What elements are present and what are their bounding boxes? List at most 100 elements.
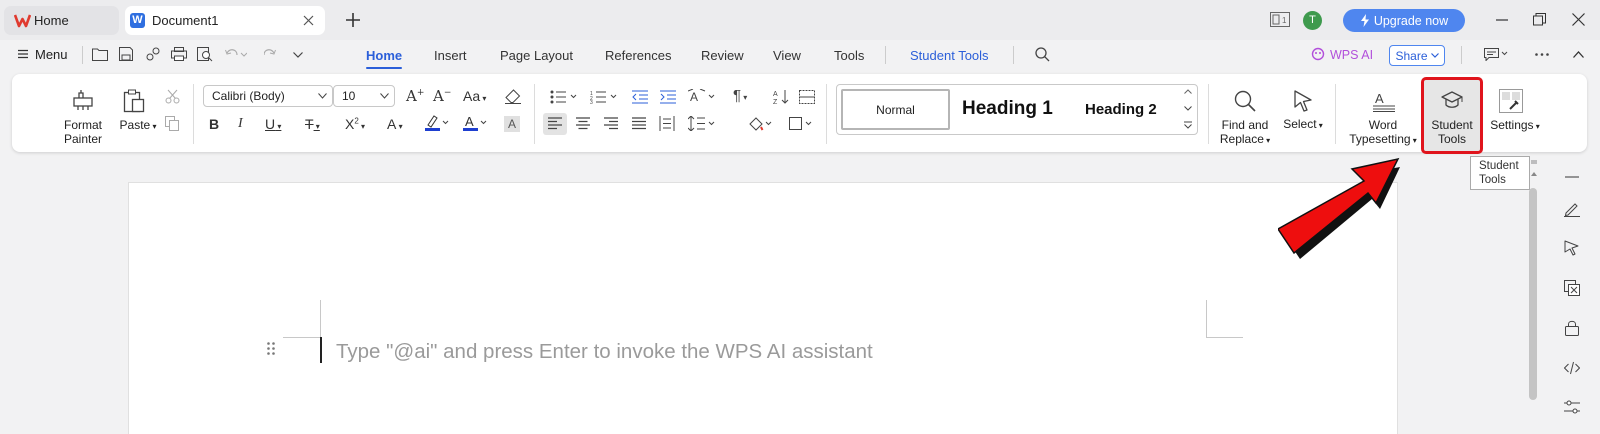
panel-collapse-icon[interactable] [1565,176,1579,178]
collapse-ribbon-icon[interactable] [1573,51,1584,58]
quick-access-more-icon[interactable] [293,52,303,58]
align-right-icon[interactable] [604,117,618,130]
tab-tools[interactable]: Tools [834,48,864,63]
line-spacing-icon[interactable] [688,116,716,131]
clear-formatting-icon[interactable] [505,89,521,104]
share-link-icon[interactable] [146,47,160,61]
print-icon[interactable] [171,47,187,61]
tab-home-ribbon[interactable]: Home [366,48,402,63]
menu-divider [82,46,83,64]
superscript-icon[interactable]: X2 ▾ [345,116,365,132]
character-shading-icon[interactable]: A [504,116,520,132]
vertical-scrollbar[interactable] [1529,188,1537,400]
ai-placeholder-text[interactable]: Type "@ai" and press Enter to invoke the… [336,340,873,364]
drag-handle-icon[interactable] [267,342,275,355]
close-window-icon[interactable] [1572,13,1585,26]
tab-references[interactable]: References [605,48,671,63]
shading-icon[interactable] [747,116,773,131]
align-center-icon[interactable] [576,117,590,130]
style-heading-1[interactable]: Heading 1 [962,98,1053,120]
font-color-icon[interactable]: A [463,114,487,132]
document-page[interactable] [128,182,1398,434]
styles-scroll-up-icon[interactable] [1184,89,1192,94]
menu-button[interactable]: Menu [35,47,68,62]
code-icon[interactable] [1564,361,1580,375]
numbered-list-icon[interactable]: 123 [590,90,618,104]
restore-icon[interactable] [1533,13,1546,26]
style-normal[interactable]: Normal [841,89,950,130]
search-icon[interactable] [1035,47,1050,62]
word-typesetting-button[interactable]: Word Typesetting ▾ [1346,118,1420,148]
annotation-arrow-icon [1278,157,1428,265]
more-options-icon[interactable] [1535,53,1549,56]
window-layout-icon[interactable]: 1 [1270,12,1290,27]
tab-document1[interactable]: W Document1 [125,6,325,35]
bold-icon[interactable]: B [209,116,219,132]
redo-icon[interactable] [264,48,276,60]
adjust-sliders-icon[interactable] [1564,400,1580,414]
format-painter-button[interactable]: Format Painter [60,118,106,146]
copy-icon[interactable] [165,116,180,131]
paste-button[interactable]: Paste ▾ [115,118,161,134]
save-icon[interactable] [119,47,133,61]
close-tab-icon[interactable] [303,15,314,26]
tab-student-tools[interactable]: Student Tools [910,48,989,63]
wps-ai-button[interactable]: WPS AI [1330,48,1373,62]
font-name-dropdown[interactable]: Calibri (Body) [203,85,333,107]
show-marks-icon[interactable]: ¶ ▾ [733,87,747,104]
ribbon-separator [1208,84,1209,144]
select-button[interactable]: Select ▾ [1280,117,1326,133]
svg-text:A: A [1375,91,1384,106]
hamburger-icon[interactable] [18,49,28,59]
scroll-up-icon[interactable] [1530,160,1538,178]
sort-icon[interactable]: AZ [773,89,789,104]
cut-icon[interactable] [165,89,180,104]
minimize-icon[interactable] [1496,19,1508,21]
tab-review[interactable]: Review [701,48,744,63]
change-case-icon[interactable]: Aa ▾ [463,88,486,104]
print-preview-icon[interactable] [197,47,213,62]
font-size-dropdown[interactable]: 10 [333,85,395,107]
svg-text:A: A [690,90,698,104]
svg-text:A: A [773,91,778,98]
columns-icon[interactable] [799,90,815,104]
text-effect-icon[interactable]: A ▾ [387,116,403,132]
translate-icon[interactable] [1564,280,1580,296]
strikethrough-icon[interactable]: T ▾ [305,116,320,132]
bullet-list-icon[interactable] [550,90,578,104]
decrease-indent-icon[interactable] [632,90,648,104]
student-tools-button[interactable]: Student Tools [1428,118,1476,146]
open-folder-icon[interactable] [92,47,108,61]
lock-icon[interactable] [1565,320,1579,336]
undo-icon[interactable] [225,48,247,60]
underline-icon[interactable]: U ▾ [265,116,281,132]
pen-edit-icon[interactable] [1564,201,1580,217]
upgrade-now-button[interactable]: Upgrade now [1343,9,1465,32]
highlight-color-icon[interactable] [425,114,449,132]
styles-expand-icon[interactable] [1184,121,1192,129]
user-avatar[interactable]: T [1303,11,1322,30]
distributed-align-icon[interactable] [659,116,675,131]
tab-home[interactable]: Home [4,6,119,35]
increase-indent-icon[interactable] [660,90,676,104]
tab-page-layout[interactable]: Page Layout [500,48,573,63]
comment-icon[interactable] [1484,48,1508,61]
decrease-font-size-icon[interactable]: A− [433,87,451,105]
find-replace-button[interactable]: Find and Replace ▾ [1216,118,1274,148]
tab-view[interactable]: View [773,48,801,63]
svg-text:1: 1 [1282,16,1287,25]
borders-icon[interactable] [789,117,815,130]
word-typesetting-icon: A [1373,90,1395,112]
justify-icon[interactable] [632,117,646,130]
tab-insert[interactable]: Insert [434,48,467,63]
format-painter-icon [72,89,94,111]
increase-font-size-icon[interactable]: A+ [406,87,424,105]
select-tool-icon[interactable] [1564,240,1580,256]
style-heading-2[interactable]: Heading 2 [1085,101,1157,118]
text-direction-icon[interactable]: A [688,89,716,104]
styles-scroll-down-icon[interactable] [1184,106,1192,111]
settings-button[interactable]: Settings ▾ [1488,118,1542,134]
italic-icon[interactable]: I [238,116,243,132]
new-tab-icon[interactable] [346,13,360,27]
share-button[interactable]: Share [1389,45,1445,66]
